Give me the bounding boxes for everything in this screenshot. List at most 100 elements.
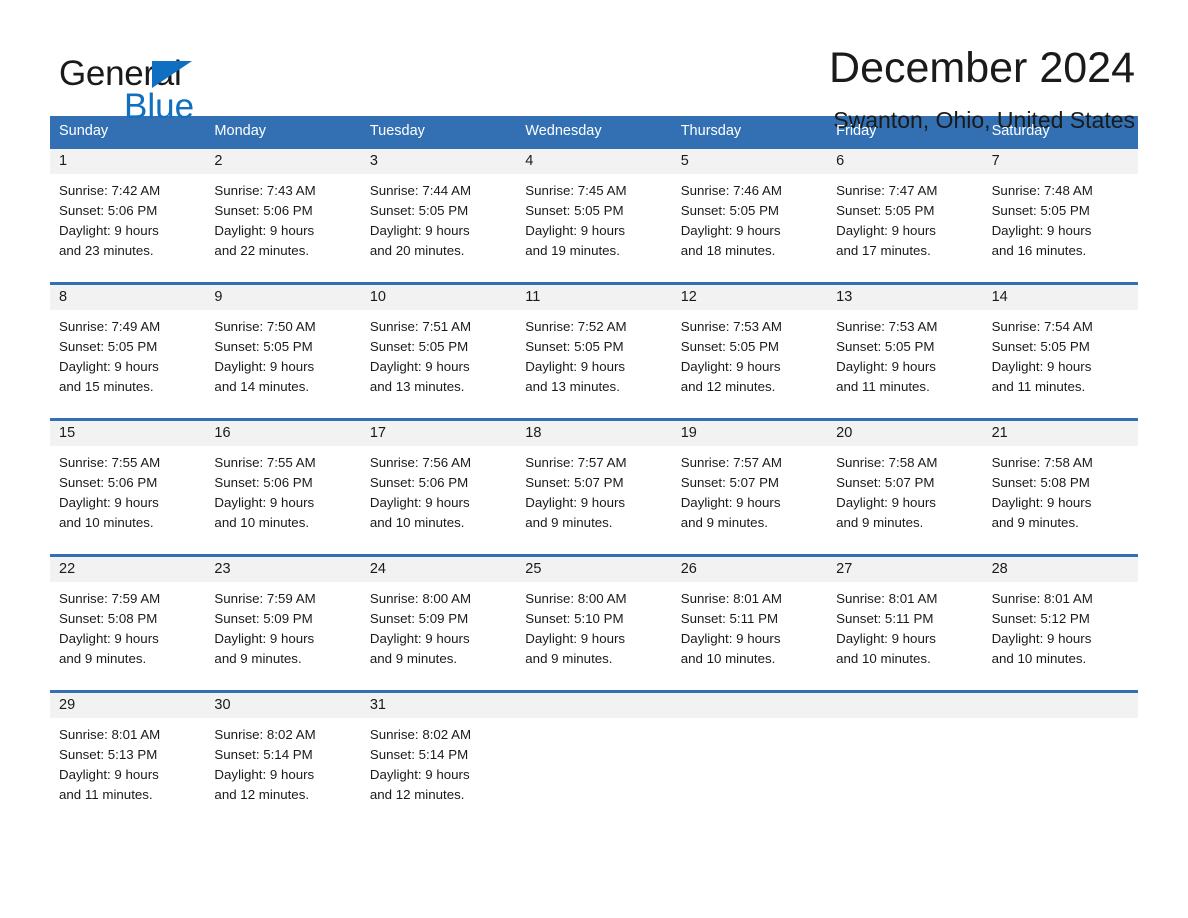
day-number[interactable]: 29 xyxy=(50,693,205,718)
day-daylight2-text: and 19 minutes. xyxy=(525,243,620,258)
day-number[interactable]: 28 xyxy=(983,557,1138,582)
day-number[interactable]: 27 xyxy=(827,557,982,582)
day-number[interactable]: 24 xyxy=(361,557,516,582)
day-number[interactable]: 11 xyxy=(516,285,671,310)
day-number[interactable]: 23 xyxy=(205,557,360,582)
day-daylight2-text: and 10 minutes. xyxy=(991,651,1087,666)
day-daylight1-text: Daylight: 9 hours xyxy=(369,223,470,238)
day-number[interactable]: 30 xyxy=(205,693,360,718)
day-cell[interactable]: Sunrise: 7:46 AM Sunset: 5:05 PM Daylight:… xyxy=(672,174,827,270)
day-sunrise-text: Sunrise: 7:53 AM xyxy=(680,319,782,334)
generalblue-logo[interactable]: General Blue xyxy=(50,46,310,126)
day-number[interactable]: 12 xyxy=(672,285,827,310)
day-sunrise-text: Sunrise: 8:01 AM xyxy=(680,591,782,606)
calendar-week-row: 8 9 10 11 12 13 14 Sunrise: 7:49 AM Sunset: 5:05… xyxy=(50,282,1138,406)
day-number[interactable]: 19 xyxy=(672,421,827,446)
day-cell[interactable]: Sunrise: 7:58 AM Sunset: 5:07 PM Daylight:… xyxy=(827,446,982,542)
weekday-header-thursday: Thursday xyxy=(680,123,742,139)
day-daylight2-text: and 9 minutes. xyxy=(525,651,613,666)
day-sunrise-text: Sunrise: 7:59 AM xyxy=(214,591,316,606)
day-number[interactable]: 20 xyxy=(827,421,982,446)
day-cell[interactable]: Sunrise: 8:01 AM Sunset: 5:13 PM Daylight:… xyxy=(50,718,205,814)
day-sunset-text: Sunset: 5:05 PM xyxy=(525,203,624,218)
day-cell[interactable]: Sunrise: 7:51 AM Sunset: 5:05 PM Daylight:… xyxy=(361,310,516,406)
day-number[interactable]: 6 xyxy=(827,149,982,174)
day-cell[interactable]: Sunrise: 7:56 AM Sunset: 5:06 PM Daylight:… xyxy=(361,446,516,542)
day-daylight1-text: Daylight: 9 hours xyxy=(525,223,626,238)
day-number[interactable]: 5 xyxy=(672,149,827,174)
day-cell[interactable]: Sunrise: 7:55 AM Sunset: 5:06 PM Daylight:… xyxy=(50,446,205,542)
day-number[interactable]: 1 xyxy=(50,149,205,174)
day-number[interactable]: 22 xyxy=(50,557,205,582)
day-sunset-text: Sunset: 5:09 PM xyxy=(214,611,313,626)
day-number[interactable]: 4 xyxy=(516,149,671,174)
day-daylight1-text: Daylight: 9 hours xyxy=(525,359,626,374)
day-number[interactable]: 10 xyxy=(361,285,516,310)
day-number[interactable]: 26 xyxy=(672,557,827,582)
day-cell[interactable]: Sunrise: 7:48 AM Sunset: 5:05 PM Daylight:… xyxy=(983,174,1138,270)
day-cell[interactable]: Sunrise: 7:53 AM Sunset: 5:05 PM Daylight:… xyxy=(827,310,982,406)
day-cell[interactable]: Sunrise: 8:02 AM Sunset: 5:14 PM Daylight:… xyxy=(361,718,516,814)
day-daylight2-text: and 9 minutes. xyxy=(214,651,302,666)
day-sunset-text: Sunset: 5:05 PM xyxy=(369,339,469,354)
day-cell[interactable]: Sunrise: 8:00 AM Sunset: 5:09 PM Daylight:… xyxy=(361,582,516,678)
day-cell-empty xyxy=(827,718,982,814)
day-number[interactable]: 13 xyxy=(827,285,982,310)
day-sunrise-text: Sunrise: 7:49 AM xyxy=(59,319,161,334)
day-cell[interactable]: Sunrise: 7:58 AM Sunset: 5:08 PM Daylight:… xyxy=(983,446,1138,542)
day-daylight2-text: and 9 minutes. xyxy=(369,651,458,666)
day-number[interactable]: 31 xyxy=(361,693,516,718)
day-number[interactable]: 2 xyxy=(205,149,360,174)
day-cell[interactable]: Sunrise: 7:57 AM Sunset: 5:07 PM Daylight:… xyxy=(672,446,827,542)
day-cell[interactable]: Sunrise: 7:43 AM Sunset: 5:06 PM Daylight:… xyxy=(205,174,360,270)
day-daylight1-text: Daylight: 9 hours xyxy=(991,495,1092,510)
day-daylight1-text: Daylight: 9 hours xyxy=(836,631,936,646)
day-cell[interactable]: Sunrise: 7:55 AM Sunset: 5:06 PM Daylight:… xyxy=(205,446,360,542)
day-cell[interactable]: Sunrise: 7:59 AM Sunset: 5:09 PM Daylight:… xyxy=(205,582,360,678)
day-sunset-text: Sunset: 5:08 PM xyxy=(991,475,1090,490)
day-number[interactable]: 7 xyxy=(983,149,1138,174)
day-sunset-text: Sunset: 5:05 PM xyxy=(991,339,1090,354)
day-cell[interactable]: Sunrise: 7:49 AM Sunset: 5:05 PM Daylight:… xyxy=(50,310,205,406)
day-daylight1-text: Daylight: 9 hours xyxy=(525,495,626,510)
day-cell[interactable]: Sunrise: 7:45 AM Sunset: 5:05 PM Daylight:… xyxy=(516,174,671,270)
day-cell[interactable]: Sunrise: 7:53 AM Sunset: 5:05 PM Daylight:… xyxy=(672,310,827,406)
day-daylight1-text: Daylight: 9 hours xyxy=(59,767,159,782)
day-cell[interactable]: Sunrise: 8:00 AM Sunset: 5:10 PM Daylight:… xyxy=(516,582,671,678)
day-daylight1-text: Daylight: 9 hours xyxy=(836,495,936,510)
day-number[interactable]: 15 xyxy=(50,421,205,446)
day-cell[interactable]: Sunrise: 7:57 AM Sunset: 5:07 PM Daylight:… xyxy=(516,446,671,542)
day-number[interactable]: 9 xyxy=(205,285,360,310)
day-cell[interactable]: Sunrise: 8:01 AM Sunset: 5:12 PM Daylight:… xyxy=(983,582,1138,678)
day-cell[interactable]: Sunrise: 8:01 AM Sunset: 5:11 PM Daylight:… xyxy=(672,582,827,678)
day-number[interactable]: 18 xyxy=(516,421,671,446)
day-cell[interactable]: Sunrise: 8:01 AM Sunset: 5:11 PM Daylight:… xyxy=(827,582,982,678)
day-number[interactable]: 14 xyxy=(983,285,1138,310)
day-cell[interactable]: Sunrise: 8:02 AM Sunset: 5:14 PM Daylight:… xyxy=(205,718,360,814)
day-sunset-text: Sunset: 5:05 PM xyxy=(525,339,624,354)
day-number[interactable]: 21 xyxy=(983,421,1138,446)
day-sunrise-text: Sunrise: 7:44 AM xyxy=(369,183,472,198)
day-daylight2-text: and 10 minutes. xyxy=(214,515,310,530)
day-sunset-text: Sunset: 5:06 PM xyxy=(59,203,158,218)
day-daylight2-text: and 10 minutes. xyxy=(836,651,931,666)
day-number[interactable]: 3 xyxy=(361,149,516,174)
day-cell[interactable]: Sunrise: 7:59 AM Sunset: 5:08 PM Daylight:… xyxy=(50,582,205,678)
day-cell[interactable]: Sunrise: 7:47 AM Sunset: 5:05 PM Daylight:… xyxy=(827,174,982,270)
day-number[interactable]: 25 xyxy=(516,557,671,582)
day-cell[interactable]: Sunrise: 7:54 AM Sunset: 5:05 PM Daylight:… xyxy=(983,310,1138,406)
day-sunrise-text: Sunrise: 8:02 AM xyxy=(369,727,472,742)
day-sunset-text: Sunset: 5:09 PM xyxy=(369,611,469,626)
day-sunrise-text: Sunrise: 7:57 AM xyxy=(680,455,782,470)
day-number-empty xyxy=(983,693,1138,718)
day-number[interactable]: 17 xyxy=(361,421,516,446)
day-number[interactable]: 8 xyxy=(50,285,205,310)
day-number[interactable]: 16 xyxy=(205,421,360,446)
day-cell[interactable]: Sunrise: 7:50 AM Sunset: 5:05 PM Daylight:… xyxy=(205,310,360,406)
day-sunrise-text: Sunrise: 7:43 AM xyxy=(214,183,316,198)
day-daylight2-text: and 9 minutes. xyxy=(59,651,147,666)
day-sunset-text: Sunset: 5:05 PM xyxy=(59,339,158,354)
day-cell[interactable]: Sunrise: 7:44 AM Sunset: 5:05 PM Daylight:… xyxy=(361,174,516,270)
day-cell[interactable]: Sunrise: 7:42 AM Sunset: 5:06 PM Daylight:… xyxy=(50,174,205,270)
day-cell[interactable]: Sunrise: 7:52 AM Sunset: 5:05 PM Daylight:… xyxy=(516,310,671,406)
